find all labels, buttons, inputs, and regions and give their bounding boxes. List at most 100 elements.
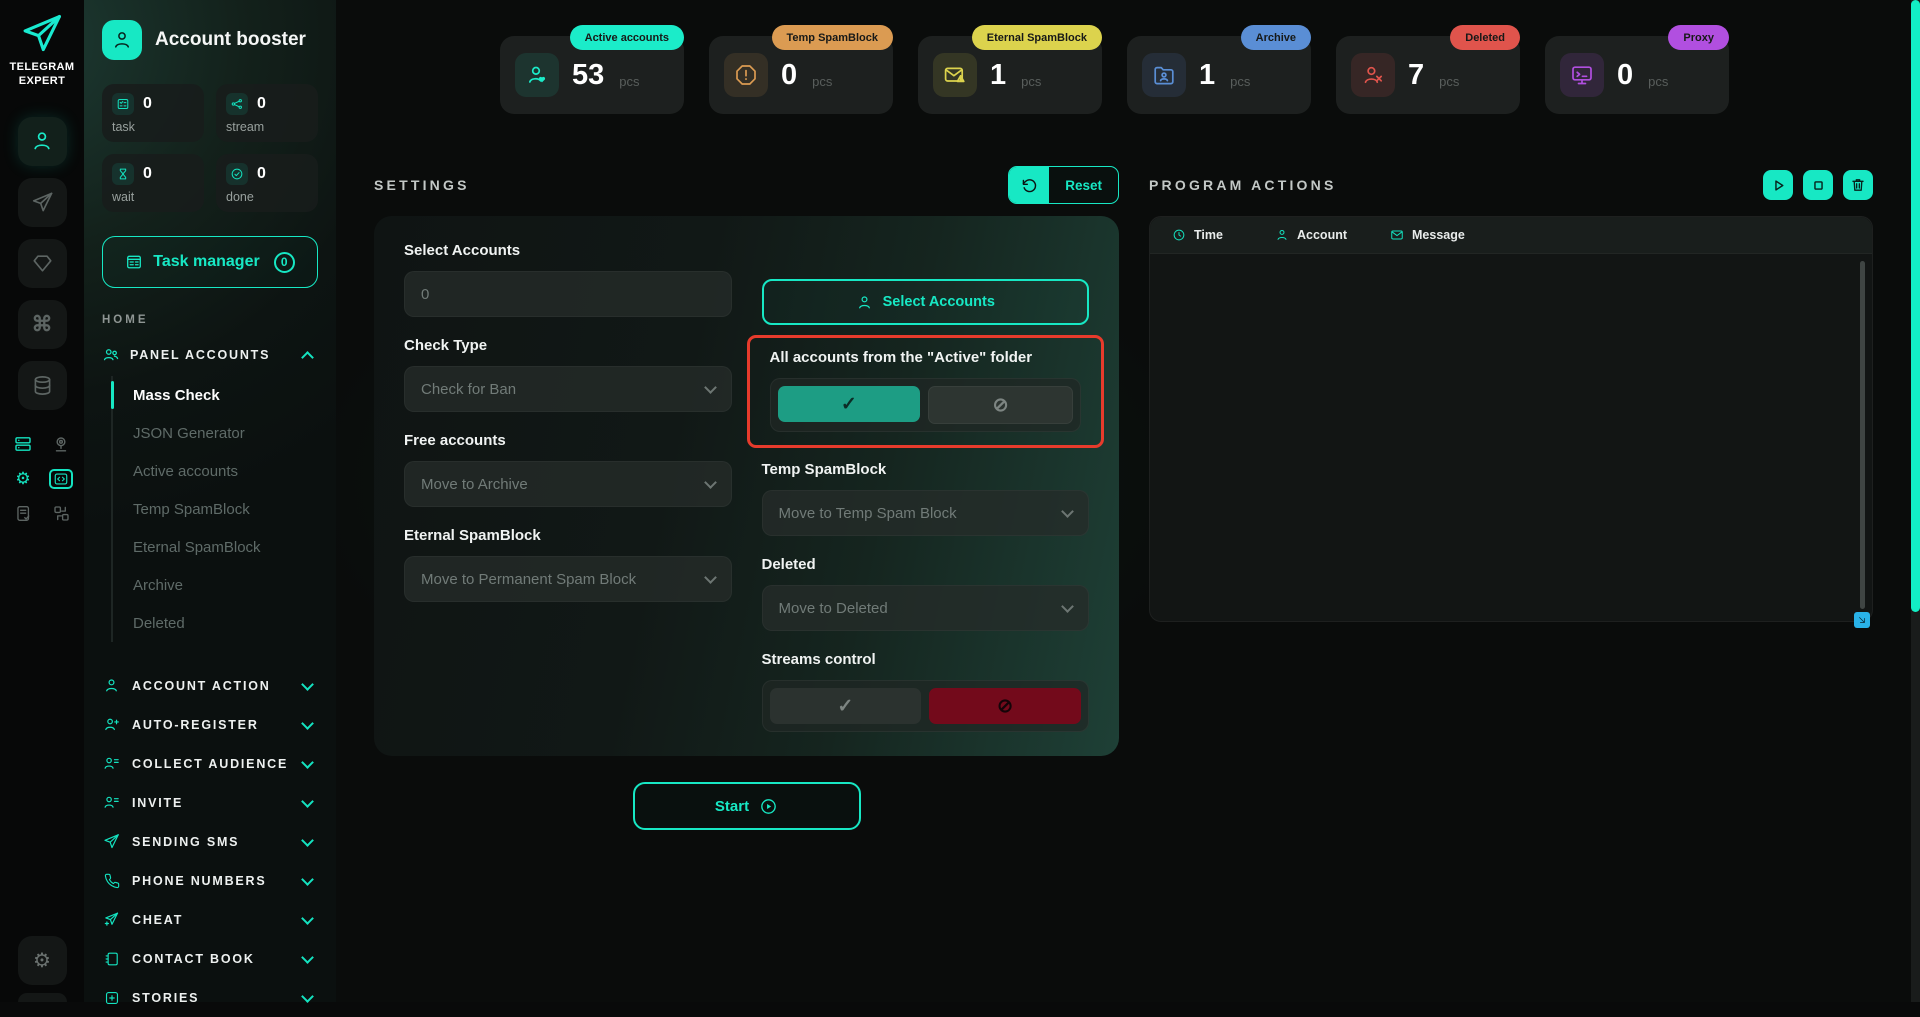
streams-enable-button[interactable]: ✓ <box>770 688 922 724</box>
select-accounts-input[interactable] <box>404 271 732 317</box>
command-icon: ⌘ <box>32 312 53 337</box>
rotate-ccw-icon <box>1009 167 1049 203</box>
stream-icon <box>226 93 248 115</box>
active-folder-toggle: ✓ ⊘ <box>770 378 1082 432</box>
check-icon: ✓ <box>837 697 853 716</box>
sidebar-item-active-accounts[interactable]: Active accounts <box>133 452 318 490</box>
active-folder-enable-button[interactable]: ✓ <box>778 386 921 422</box>
code-window-icon[interactable] <box>49 469 73 489</box>
webcam-icon[interactable] <box>51 434 71 454</box>
sidebar-item-archive[interactable]: Archive <box>133 566 318 604</box>
sidebar-item-json-generator[interactable]: JSON Generator <box>133 414 318 452</box>
streams-disable-button[interactable]: ⊘ <box>929 688 1081 724</box>
chevron-down-icon <box>301 873 314 886</box>
sidebar-item-panel-accounts[interactable]: PANEL ACCOUNTS <box>102 346 318 364</box>
chevron-down-icon <box>301 834 314 847</box>
column-header-account: Account <box>1275 228 1390 242</box>
sidebar-item-eternal-spamblock[interactable]: Eternal SpamBlock <box>133 528 318 566</box>
chevron-up-icon <box>301 351 314 364</box>
start-button[interactable]: Start <box>633 782 861 830</box>
panel-resize-badge[interactable] <box>1854 612 1870 628</box>
rail-database-button[interactable] <box>18 361 67 410</box>
program-actions-title: PROGRAM ACTIONS <box>1149 177 1336 193</box>
task-manager-label: Task manager <box>153 253 259 271</box>
stat-card-temp-spamblock: Temp SpamBlock 0 pcs <box>709 36 893 114</box>
settings-title: SETTINGS <box>374 177 470 193</box>
sidebar-item-account-action[interactable]: ACCOUNT ACTION <box>102 666 318 705</box>
stat-card-unit: pcs <box>1021 74 1041 89</box>
rail-accounts-button[interactable] <box>18 117 67 166</box>
block-icon: ⊘ <box>993 396 1009 415</box>
person-icon <box>856 294 873 311</box>
program-actions-column: PROGRAM ACTIONS Time Account <box>1149 166 1873 830</box>
deleted-select[interactable]: Move to Deleted <box>762 585 1090 631</box>
page-scrollbar[interactable] <box>1911 0 1920 1002</box>
sidebar-item-contact-book[interactable]: CONTACT BOOK <box>102 939 318 978</box>
chevron-down-icon <box>301 912 314 925</box>
stat-card-value: 0 <box>1617 59 1633 92</box>
swap-icon[interactable] <box>52 504 71 523</box>
active-folder-disable-button[interactable]: ⊘ <box>928 386 1073 424</box>
gear-badge-icon[interactable]: ⚙ <box>15 470 30 487</box>
gear-icon: ⚙ <box>33 948 51 973</box>
reset-button[interactable]: Reset <box>1008 166 1119 204</box>
sidebar-item-invite[interactable]: INVITE <box>102 783 318 822</box>
person-lines-icon <box>102 794 121 811</box>
stat-value: 0 <box>257 165 266 183</box>
sidebar-item-cheat[interactable]: CHEAT <box>102 900 318 939</box>
check-type-select[interactable]: Check for Ban <box>404 366 732 412</box>
reset-label: Reset <box>1049 167 1118 203</box>
contact-book-icon <box>102 951 121 967</box>
panel-scrollbar[interactable] <box>1860 261 1865 609</box>
rail-mini-tools: ⚙ <box>10 434 74 523</box>
panel-accounts-sublist: Mass Check JSON Generator Active account… <box>111 376 318 642</box>
stat-card-pill: Proxy <box>1668 25 1729 50</box>
folder-person-icon <box>1142 53 1186 97</box>
person-icon <box>102 677 121 694</box>
check-type-label: Check Type <box>404 337 732 354</box>
free-accounts-select[interactable]: Move to Archive <box>404 461 732 507</box>
sidebar-item-sending-sms[interactable]: SENDING SMS <box>102 822 318 861</box>
main-area: Active accounts 53 pcs Temp SpamBlock 0 … <box>336 0 1920 1002</box>
temp-spamblock-select[interactable]: Move to Temp Spam Block <box>762 490 1090 536</box>
page-scrollbar-thumb[interactable] <box>1911 0 1920 612</box>
play-button[interactable] <box>1763 170 1793 200</box>
stat-card-pill: Active accounts <box>570 25 684 50</box>
sidebar-item-auto-register[interactable]: AUTO-REGISTER <box>102 705 318 744</box>
sidebar-item-collect-audience[interactable]: COLLECT AUDIENCE <box>102 744 318 783</box>
rail-command-button[interactable]: ⌘ <box>18 300 67 349</box>
program-actions-panel: Time Account Message <box>1149 216 1873 622</box>
page-title: Account booster <box>155 29 306 51</box>
eternal-spamblock-select[interactable]: Move to Permanent Spam Block <box>404 556 732 602</box>
active-folder-highlight: All accounts from the "Active" folder ✓ … <box>747 335 1105 448</box>
rail-premium-button[interactable] <box>18 239 67 288</box>
sidebar-item-phone-numbers[interactable]: PHONE NUMBERS <box>102 861 318 900</box>
eternal-spamblock-label: Eternal SpamBlock <box>404 527 732 544</box>
rail-partial-button[interactable] <box>18 993 67 1002</box>
settings-gear-button[interactable]: ⚙ <box>18 936 67 985</box>
stop-button[interactable] <box>1803 170 1833 200</box>
brand-line1: TELEGRAM <box>10 61 75 75</box>
column-header-message: Message <box>1390 228 1465 242</box>
dropdown-chevron-icon <box>704 381 717 394</box>
server-icon[interactable] <box>13 434 33 454</box>
sidebar-item-deleted[interactable]: Deleted <box>133 604 318 642</box>
sidebar-item-stories[interactable]: STORIES <box>102 978 318 1017</box>
task-manager-button[interactable]: Task manager 0 <box>102 236 318 288</box>
select-accounts-button[interactable]: Select Accounts <box>762 279 1090 325</box>
stat-done: 0 done <box>216 154 318 212</box>
sidebar-item-mass-check[interactable]: Mass Check <box>133 376 318 414</box>
trash-button[interactable] <box>1843 170 1873 200</box>
settings-left-column: Select Accounts Check Type Check for Ban… <box>404 242 732 732</box>
stat-card-active-accounts: Active accounts 53 pcs <box>500 36 684 114</box>
stat-card-value: 1 <box>990 59 1006 92</box>
sidebar-sections: ACCOUNT ACTION AUTO-REGISTER COLLECT AUD… <box>102 666 318 1017</box>
rail-buttons: ⌘ <box>18 117 67 410</box>
hourglass-icon <box>112 163 134 185</box>
rail-sender-button[interactable] <box>18 178 67 227</box>
person-lines-icon <box>102 755 121 772</box>
stat-card-pill: Archive <box>1241 25 1311 50</box>
document-check-icon[interactable] <box>14 504 33 523</box>
sidebar-item-temp-spamblock[interactable]: Temp SpamBlock <box>133 490 318 528</box>
stat-card-unit: pcs <box>812 74 832 89</box>
